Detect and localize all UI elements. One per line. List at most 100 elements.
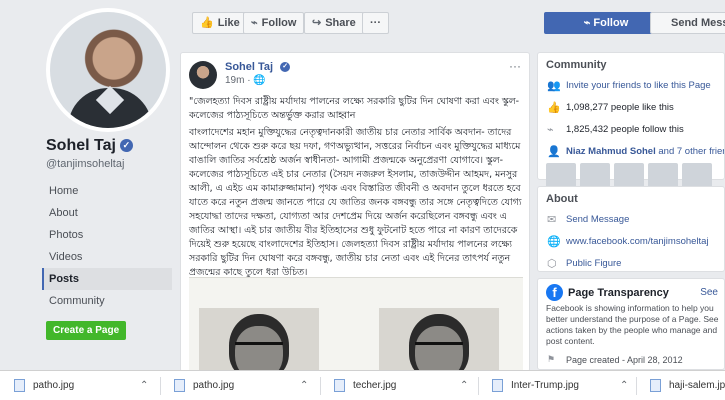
download-filename: techer.jpg (353, 380, 397, 391)
post-menu-icon[interactable]: ··· (509, 59, 521, 73)
download-filename: haji-salem.jpg (669, 380, 725, 391)
about-title[interactable]: About (538, 187, 724, 209)
friend-name-link[interactable]: Niaz Mahmud Sohel (566, 146, 656, 157)
community-title[interactable]: Community (538, 53, 724, 75)
nav-item-photos[interactable]: Photos (42, 224, 172, 246)
page-action-bar: 👍 Like ⌁ Follow ↪ Share ··· ⌁ Follow Send M… (182, 8, 725, 38)
category-link[interactable]: Public Figure (566, 258, 621, 269)
invite-friends-row[interactable]: 👥 Invite your friends to like this Page (538, 75, 724, 97)
other-friends-link[interactable]: and 7 other friends (656, 146, 724, 157)
download-item[interactable]: techer.jpg (334, 376, 396, 396)
chevron-up-icon[interactable]: ⌃ (140, 376, 148, 396)
flag-icon: ⚑ (547, 354, 556, 364)
post-time: 19m (225, 75, 245, 86)
download-filename: patho.jpg (33, 380, 75, 391)
community-card: Community 👥 Invite your friends to like t… (537, 52, 725, 193)
download-item[interactable]: patho.jpg (174, 376, 234, 396)
follows-count: 1,825,432 people follow this (566, 124, 684, 135)
post-author[interactable]: Sohel Taj ✓ (225, 61, 291, 73)
like-button[interactable]: 👍 Like (192, 12, 248, 34)
follow-label: Follow (261, 17, 297, 29)
friends-like-row[interactable]: 👤 Niaz Mahmud Sohel and 7 other friends (538, 141, 724, 163)
download-bar: patho.jpg ⌃ patho.jpg ⌃ techer.jpg ⌃ Int… (0, 370, 725, 400)
avatar (50, 12, 166, 128)
transparency-title: Page Transparency (568, 287, 669, 299)
post-image[interactable] (189, 277, 523, 371)
globe-icon: 🌐 (253, 75, 266, 86)
tag-icon: ⬡ (547, 258, 557, 270)
follows-count-row: ⌁ 1,825,432 people follow this (538, 119, 724, 141)
profile-name: Sohel Taj (46, 137, 116, 154)
transparency-header: f Page Transparency See (538, 279, 724, 303)
thumbs-up-icon: 👍 (547, 102, 561, 114)
category-row[interactable]: ⬡ Public Figure (538, 253, 724, 275)
share-label: Share (325, 17, 356, 29)
likes-count-row: 👍 1,098,277 people like this (538, 97, 724, 119)
verified-icon: ✓ (119, 139, 133, 153)
rss-icon: ⌁ (251, 17, 258, 29)
post-timestamp[interactable]: 19m · 🌐 (225, 75, 266, 86)
send-message-button[interactable]: Send Message (650, 12, 725, 34)
share-button[interactable]: ↪ Share (304, 12, 364, 34)
invite-icon: 👥 (547, 80, 561, 92)
image-file-icon (492, 378, 503, 392)
messenger-icon: ✉ (547, 214, 557, 226)
download-item[interactable]: patho.jpg (14, 376, 74, 396)
website-row[interactable]: 🌐 www.facebook.com/tanjimsoheltaj (538, 231, 724, 253)
follow-button-label: Follow (593, 17, 629, 29)
rss-icon: ⌁ (583, 17, 594, 29)
more-options-button[interactable]: ··· (362, 12, 389, 34)
chevron-up-icon[interactable]: ⌃ (300, 376, 308, 396)
nav-item-posts[interactable]: Posts (42, 268, 172, 290)
share-icon: ↪ (312, 17, 322, 29)
nav-item-about[interactable]: About (42, 202, 172, 224)
post-author-name: Sohel Taj (225, 61, 274, 73)
about-card: About ✉ Send Message 🌐 www.facebook.com/ta… (537, 186, 725, 272)
portrait-photo (379, 308, 499, 371)
like-label: Like (217, 17, 240, 29)
nav-item-videos[interactable]: Videos (42, 246, 172, 268)
download-item[interactable]: Inter-Trump.jpg (492, 376, 579, 396)
globe-icon: 🌐 (547, 236, 561, 248)
likes-count: 1,098,277 people like this (566, 102, 674, 113)
chevron-up-icon[interactable]: ⌃ (460, 376, 468, 396)
transparency-description: Facebook is showing information to help … (538, 303, 724, 353)
friends-icon: 👤 (547, 146, 561, 158)
website-link[interactable]: www.facebook.com/tanjimsoheltaj (566, 236, 709, 247)
post-author-avatar[interactable] (189, 61, 217, 89)
nav-item-home[interactable]: Home (42, 180, 172, 202)
download-filename: Inter-Trump.jpg (511, 380, 579, 391)
rss-icon: ⌁ (547, 124, 554, 136)
facebook-icon: f (546, 284, 563, 301)
download-filename: patho.jpg (193, 380, 235, 391)
verified-icon: ✓ (280, 62, 291, 73)
chevron-up-icon[interactable]: ⌃ (620, 376, 628, 396)
transparency-body: Facebook is showing information to help … (546, 303, 719, 346)
follow-pill-button[interactable]: ⌁ Follow (243, 12, 305, 34)
profile-sidebar: Sohel Taj ✓ @tanjimsoheltaj Home About Ph… (0, 0, 180, 370)
post-card: Sohel Taj ✓ 19m · 🌐 ··· "জেলহত্যা দিবস র… (180, 52, 530, 372)
image-file-icon (334, 378, 345, 392)
about-send-message-link[interactable]: Send Message (566, 214, 629, 225)
profile-picture[interactable] (46, 8, 170, 132)
nav-item-community[interactable]: Community (42, 290, 172, 312)
page-created-row: ⚑ Page created - April 28, 2012 (538, 353, 724, 371)
page-transparency-card: f Page Transparency See Facebook is show… (537, 278, 725, 370)
post-paragraph: বাংলাদেশের মহান মুক্তিযুদ্ধের নেতৃত্বদান… (189, 127, 522, 278)
page-nav: Home About Photos Videos Posts Community (42, 180, 172, 312)
send-message-row[interactable]: ✉ Send Message (538, 209, 724, 231)
page-title: Sohel Taj ✓ (46, 137, 133, 155)
create-page-button[interactable]: Create a Page (46, 321, 127, 340)
see-all-link[interactable]: See (700, 287, 718, 298)
invite-link[interactable]: Invite your friends to like this Page (566, 80, 711, 91)
image-file-icon (14, 378, 25, 392)
profile-handle[interactable]: @tanjimsoheltaj (46, 158, 124, 170)
download-item[interactable]: haji-salem.jpg (650, 376, 725, 396)
image-file-icon (650, 378, 661, 392)
send-message-label: Send Message (671, 17, 725, 29)
post-paragraph: "জেলহত্যা দিবস রাষ্ট্রীয় মর্যাদায় পালন… (189, 96, 519, 121)
image-file-icon (174, 378, 185, 392)
portrait-photo (199, 308, 319, 371)
post-body: "জেলহত্যা দিবস রাষ্ট্রীয় মর্যাদায় পালন… (189, 95, 523, 283)
page-created-date: Page created - April 28, 2012 (566, 355, 683, 365)
